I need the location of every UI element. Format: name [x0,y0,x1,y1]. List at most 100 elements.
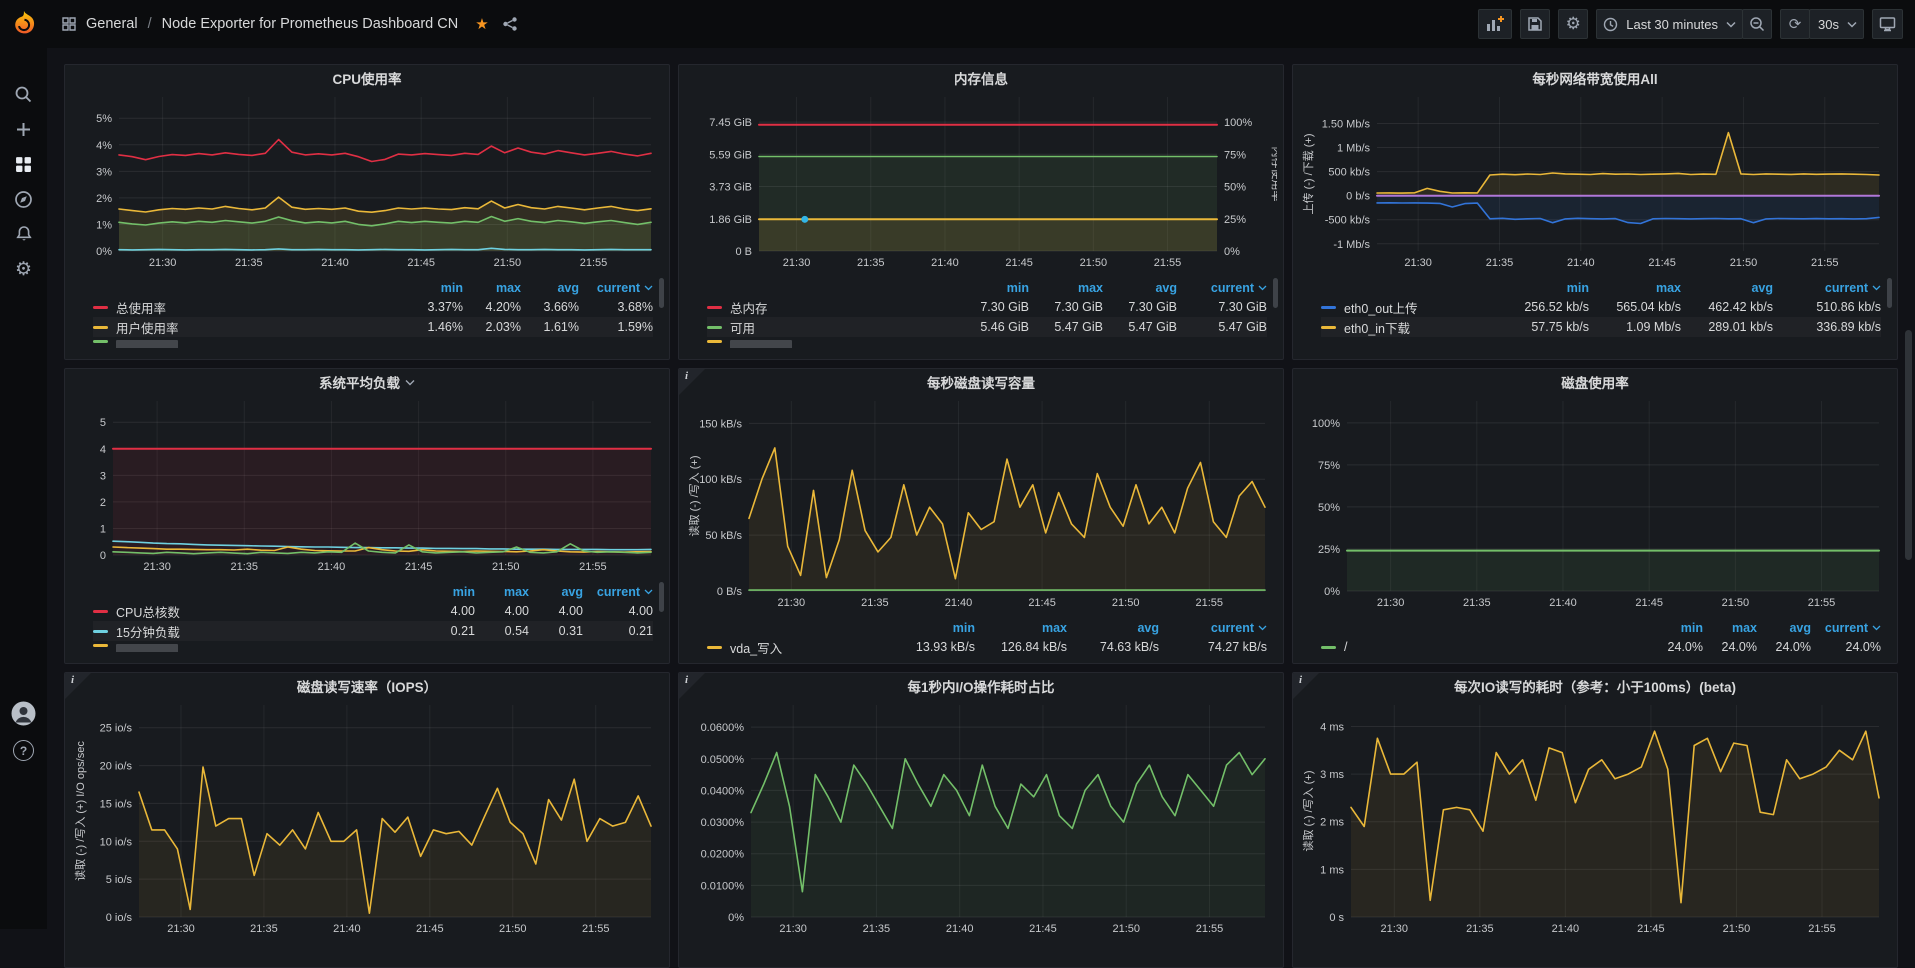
legend-sort-avg[interactable]: avg [1681,281,1773,295]
page-scrollbar[interactable] [1905,48,1912,929]
panel-title: 每秒磁盘读写容量 [927,372,1035,392]
sidebar-item-alerting[interactable] [13,223,35,245]
add-panel-button[interactable] [1478,9,1512,39]
help-icon[interactable]: ? [13,740,34,761]
info-icon[interactable]: i [1293,673,1319,699]
legend-series-label[interactable]: 总使用率 [93,298,405,317]
legend-series-label[interactable]: 可用 [707,318,955,337]
legend-scrollbar[interactable] [659,278,664,308]
legend-sort-max[interactable]: max [463,281,521,295]
legend-sort-current[interactable]: current [583,585,653,599]
legend-sort-min[interactable]: min [405,281,463,295]
panel-chart[interactable]: 21:3021:3521:4021:4521:5021:550%0.0100%0… [687,699,1275,942]
svg-text:2 ms: 2 ms [1320,817,1344,829]
legend-value: 0.21 [421,624,475,638]
legend-series-label[interactable]: 总内存 [707,298,955,317]
panel-chart[interactable]: 21:3021:3521:4021:4521:5021:551.50 Mb/s1… [1301,91,1889,276]
panel-chart[interactable]: 21:3021:3521:4021:4521:5021:550 s1 ms2 m… [1301,699,1889,942]
svg-text:25%: 25% [1224,214,1246,226]
legend-sort-avg[interactable]: avg [1067,621,1159,635]
legend-scrollbar[interactable] [1887,278,1892,308]
sidebar-item-explore[interactable] [13,188,35,210]
panel-chart[interactable]: 21:3021:3521:4021:4521:5021:550%1%2%3%4%… [73,91,661,276]
panel-chart[interactable]: 21:3021:3521:4021:4521:5021:550 io/s5 io… [73,699,661,942]
save-dashboard-button[interactable] [1520,9,1550,39]
legend-sort-avg[interactable]: avg [529,585,583,599]
legend-series-label[interactable]: CPU总核数 [93,602,421,621]
share-icon[interactable] [502,16,518,32]
legend-scrollbar[interactable] [659,582,664,612]
legend-sort-avg[interactable]: avg [1757,621,1811,635]
svg-text:21:35: 21:35 [231,561,259,573]
panel-chart[interactable]: 21:3021:3521:4021:4521:5021:550 B1.86 Gi… [687,91,1275,276]
svg-text:3 ms: 3 ms [1320,769,1344,781]
legend-sort-current[interactable]: current [1177,281,1267,295]
panel-chart[interactable]: 21:3021:3521:4021:4521:5021:550 B/s50 kB… [687,395,1275,616]
panel-header[interactable]: 每1秒内I/O操作耗时占比 [679,673,1283,699]
monitor-icon [1879,16,1896,32]
legend-sort-current[interactable]: current [1159,621,1267,635]
panel-header[interactable]: CPU使用率 [65,65,669,91]
refresh-interval-picker[interactable]: 30s [1809,9,1864,39]
zoom-out-button[interactable] [1742,9,1772,39]
legend-series-label[interactable]: 15分钟负载 [93,622,421,641]
legend-header: minmaxavgcurrent [93,279,653,297]
legend-series-label[interactable]: 用户使用率 [93,318,405,337]
svg-text:21:45: 21:45 [416,923,444,935]
legend-value: 256.52 kb/s [1497,300,1589,314]
svg-text:21:35: 21:35 [1486,257,1514,269]
breadcrumb-section[interactable]: General [86,16,138,32]
info-icon[interactable]: i [679,673,705,699]
legend-value: 1.61% [521,320,579,334]
legend-sort-min[interactable]: min [955,281,1029,295]
legend-sort-current[interactable]: current [1811,621,1881,635]
legend-sort-min[interactable]: min [421,585,475,599]
favorite-star-icon[interactable]: ★ [475,15,488,33]
svg-text:21:35: 21:35 [863,923,891,935]
page-scrollbar-thumb[interactable] [1905,330,1912,560]
legend-series-label[interactable]: vda_写入 [707,638,883,657]
legend-sort-min[interactable]: min [1649,621,1703,635]
info-icon[interactable]: i [65,673,91,699]
legend-series-label[interactable]: eth0_out上传 [1321,298,1497,317]
legend-sort-max[interactable]: max [975,621,1067,635]
sidebar-item-search[interactable] [13,83,35,105]
kiosk-mode-button[interactable] [1872,9,1903,39]
legend-sort-max[interactable]: max [1029,281,1103,295]
legend-value: 7.30 GiB [955,300,1029,314]
grafana-logo[interactable] [9,9,39,39]
legend-sort-current[interactable]: current [579,281,653,295]
panel-header[interactable]: 每次IO读写的耗时（参考：小于100ms）(beta) [1293,673,1897,699]
legend-series-label[interactable]: eth0_in下载 [1321,318,1497,337]
dashboard-settings-button[interactable]: ⚙ [1558,9,1588,39]
legend-sort-avg[interactable]: avg [1103,281,1177,295]
panel-header[interactable]: 系统平均负载 [65,369,669,395]
legend-sort-min[interactable]: min [1497,281,1589,295]
panel-chart[interactable]: 21:3021:3521:4021:4521:5021:55012345 [73,395,661,580]
svg-text:21:35: 21:35 [250,923,278,935]
panel-header[interactable]: 内存信息 [679,65,1283,91]
legend-sort-current[interactable]: current [1773,281,1881,295]
time-range-picker[interactable]: Last 30 minutes [1596,9,1743,39]
panel-chart[interactable]: 21:3021:3521:4021:4521:5021:550%25%50%75… [1301,395,1889,616]
sidebar-item-dashboards[interactable] [13,153,35,175]
panel-header[interactable]: 磁盘使用率 [1293,369,1897,395]
legend-scrollbar[interactable] [1273,278,1278,308]
avatar[interactable] [11,701,36,726]
legend-sort-avg[interactable]: avg [521,281,579,295]
legend-header: minmaxavgcurrent [1321,619,1881,637]
legend-sort-max[interactable]: max [1589,281,1681,295]
panel-header[interactable]: 磁盘读写速率（IOPS） [65,673,669,699]
legend-sort-min[interactable]: min [883,621,975,635]
refresh-button[interactable]: ⟳ [1780,9,1810,39]
svg-text:4: 4 [100,444,106,456]
sidebar-item-create[interactable] [13,118,35,140]
legend-sort-max[interactable]: max [475,585,529,599]
legend-series-label[interactable]: / [1321,640,1649,654]
dashboard-title[interactable]: Node Exporter for Prometheus Dashboard C… [162,16,459,32]
legend-sort-max[interactable]: max [1703,621,1757,635]
sidebar-item-configuration[interactable]: ⚙ [13,258,35,280]
panel-header[interactable]: 每秒磁盘读写容量 [679,369,1283,395]
info-icon[interactable]: i [679,369,705,395]
panel-header[interactable]: 每秒网络带宽使用All [1293,65,1897,91]
